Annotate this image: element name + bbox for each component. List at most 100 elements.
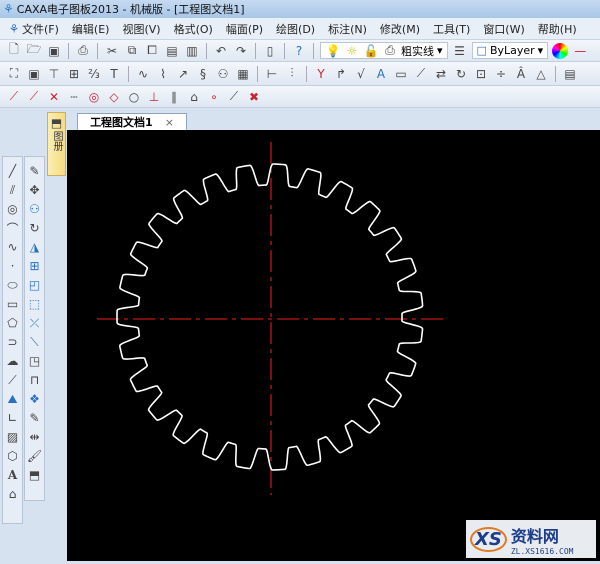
save-icon[interactable]: ▣	[46, 43, 62, 59]
view-label-icon[interactable]: ⊡	[473, 66, 489, 82]
line-icon[interactable]: ╱	[5, 163, 21, 179]
array-icon[interactable]: ⊞	[27, 258, 43, 274]
clear-snap-icon[interactable]: ✖	[246, 89, 262, 105]
app-menu-icon[interactable]: ⚘	[6, 21, 22, 37]
print-icon[interactable]: ⎙	[75, 43, 91, 59]
text-dim-icon[interactable]: Â	[513, 66, 529, 82]
chamfer-icon[interactable]: ⊓	[27, 372, 43, 388]
leader-icon[interactable]: ↱	[333, 66, 349, 82]
paste-icon[interactable]: ▤	[164, 43, 180, 59]
menu-edit[interactable]: 编辑(E)	[72, 21, 110, 37]
dimension-icon[interactable]: ⊢	[264, 66, 280, 82]
scale-icon[interactable]: ◰	[27, 277, 43, 293]
library-side-tab[interactable]: ⬒ 图册	[47, 112, 66, 176]
extension-snap-icon[interactable]: ┄	[66, 89, 82, 105]
arc-icon[interactable]: ⌒	[5, 220, 21, 236]
text-icon[interactable]: A	[5, 467, 21, 483]
properties-icon[interactable]: ▯	[262, 43, 278, 59]
extend-icon[interactable]: ⟍	[27, 334, 43, 350]
tab-document1[interactable]: 工程图文档1 ×	[77, 113, 187, 130]
roughness-icon[interactable]: √	[353, 66, 369, 82]
title-block-icon[interactable]: ⊤	[46, 66, 62, 82]
open-icon[interactable]: 🗁	[26, 42, 42, 59]
chamfer-dim-icon[interactable]: Y	[313, 66, 329, 82]
tangent-snap-icon[interactable]: ○	[126, 89, 142, 105]
balloon-icon[interactable]: ⅔	[86, 66, 102, 82]
spline-icon[interactable]: §	[195, 66, 211, 82]
point-icon[interactable]: ·	[5, 258, 21, 274]
fillet-icon[interactable]: ◳	[27, 353, 43, 369]
parallel-snap-icon[interactable]: ∥	[166, 89, 182, 105]
shaft-icon[interactable]: ▦	[235, 66, 251, 82]
intersection-snap-icon[interactable]: ✕	[46, 89, 62, 105]
insert-snap-icon[interactable]: ⌂	[186, 89, 202, 105]
library-insert-icon[interactable]: ⬒	[27, 467, 43, 483]
format-paint-icon[interactable]: 🖌	[27, 448, 43, 464]
dimension-edit-icon[interactable]: ✎	[27, 410, 43, 426]
mirror-icon[interactable]: ◮	[27, 239, 43, 255]
layer-linetype-select[interactable]: 💡 ☼ 🔓 ⎙ 粗实线 ▾	[320, 42, 448, 59]
cut-icon[interactable]: ✂	[104, 43, 120, 59]
new-icon[interactable]: 🗋	[6, 42, 22, 59]
ellipse-icon[interactable]: ⬭	[5, 277, 21, 293]
menu-help[interactable]: 帮助(H)	[538, 21, 577, 37]
explode-icon[interactable]: ❖	[27, 391, 43, 407]
endpoint-snap-icon[interactable]: ⟋	[6, 89, 22, 105]
menu-sheet[interactable]: 幅面(P)	[226, 21, 263, 37]
equidistant-icon[interactable]: ⛰	[5, 391, 21, 407]
paste-special-icon[interactable]: ▥	[184, 43, 200, 59]
wave-line-icon[interactable]: ∿	[135, 66, 151, 82]
parts-list-icon[interactable]: ⊞	[66, 66, 82, 82]
rotate-icon[interactable]: ↻	[27, 220, 43, 236]
trim-icon[interactable]: ⤫	[27, 315, 43, 331]
color-select[interactable]: □ ByLayer ▾	[471, 42, 549, 59]
spline-icon[interactable]: ∿	[5, 239, 21, 255]
datum-icon[interactable]: A	[373, 66, 389, 82]
sheet-size-icon[interactable]: ⛶	[6, 66, 22, 82]
center-snap-icon[interactable]: ◎	[86, 89, 102, 105]
menu-format[interactable]: 格式(O)	[174, 21, 213, 37]
section-icon[interactable]: ⇄	[433, 66, 449, 82]
move-icon[interactable]: ✥	[27, 182, 43, 198]
circle-icon[interactable]: ◎	[5, 201, 21, 217]
coordinate-dim-icon[interactable]: ⫶	[284, 66, 300, 82]
fill-icon[interactable]: ⬡	[5, 448, 21, 464]
menu-draw[interactable]: 绘图(D)	[276, 21, 315, 37]
menu-dimension[interactable]: 标注(N)	[328, 21, 367, 37]
centerline-icon[interactable]: ⟋	[5, 372, 21, 388]
dimension-drive-icon[interactable]: ⇹	[27, 429, 43, 445]
help-icon[interactable]: ?	[291, 43, 307, 59]
layer-manager-icon[interactable]: ☰	[452, 43, 468, 59]
line-style-icon[interactable]: —	[572, 43, 588, 59]
menu-window[interactable]: 窗口(W)	[483, 21, 524, 37]
none-snap-icon[interactable]: ⟋	[226, 89, 242, 105]
nearest-snap-icon[interactable]: ∘	[206, 89, 222, 105]
text-frame-icon[interactable]: T	[106, 66, 122, 82]
copy-icon[interactable]: ⧉	[124, 43, 140, 59]
perpendicular-snap-icon[interactable]: ⊥	[146, 89, 162, 105]
menu-tools[interactable]: 工具(T)	[433, 21, 470, 37]
midpoint-snap-icon[interactable]: ⟋	[26, 89, 42, 105]
block-insert-icon[interactable]: ⌂	[5, 486, 21, 502]
cloud-icon[interactable]: ☁	[5, 353, 21, 369]
hatch-icon[interactable]: ▨	[5, 429, 21, 445]
drawing-canvas[interactable]	[67, 130, 600, 561]
weld-icon[interactable]: ⟋	[413, 66, 429, 82]
coordinate-icon[interactable]: ∟	[5, 410, 21, 426]
copy-icon[interactable]: ⚇	[27, 201, 43, 217]
stretch-icon[interactable]: ⬚	[27, 296, 43, 312]
rectangle-icon[interactable]: ▭	[5, 296, 21, 312]
undo-icon[interactable]: ↶	[213, 43, 229, 59]
close-tab-icon[interactable]: ×	[165, 116, 174, 129]
quadrant-snap-icon[interactable]: ◇	[106, 89, 122, 105]
redo-icon[interactable]: ↷	[233, 43, 249, 59]
polyline-icon[interactable]: ⊃	[5, 334, 21, 350]
datum-symbol-icon[interactable]: △	[533, 66, 549, 82]
color-wheel-icon[interactable]	[552, 42, 569, 59]
polygon-icon[interactable]: ⬠	[5, 315, 21, 331]
copy-base-icon[interactable]: ⧠	[144, 43, 160, 59]
delete-icon[interactable]: ✎	[27, 163, 43, 179]
arrow-icon[interactable]: ↗	[175, 66, 191, 82]
frame-icon[interactable]: ▣	[26, 66, 42, 82]
rotate-view-icon[interactable]: ↻	[453, 66, 469, 82]
